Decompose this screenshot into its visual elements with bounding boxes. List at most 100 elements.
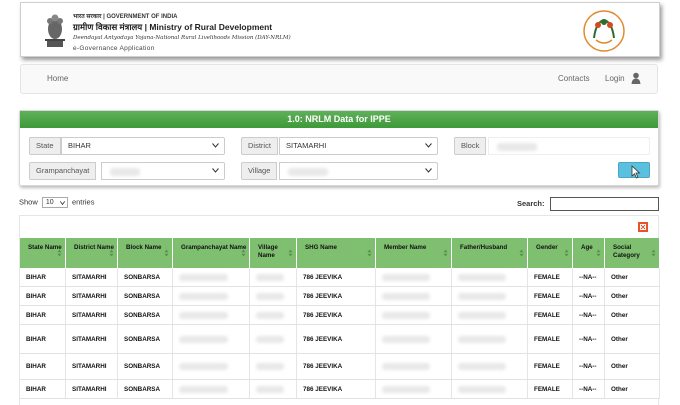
table-cell: SONBARSA — [118, 380, 173, 398]
sort-icon — [164, 249, 169, 257]
table-cell: --NA-- — [573, 380, 605, 398]
sort-icon — [288, 249, 293, 257]
blurred-value — [256, 335, 284, 343]
table-cell: --NA-- — [573, 287, 605, 305]
table-cell-blurred — [173, 380, 250, 398]
table-cell-blurred — [376, 325, 452, 353]
table-cell: --NA-- — [573, 354, 605, 379]
user-icon[interactable] — [631, 72, 641, 84]
table-cell: SONBARSA — [118, 354, 173, 379]
table-cell: SONBARSA — [118, 325, 173, 353]
nav-contacts-link[interactable]: Contacts — [558, 74, 590, 83]
chevron-down-icon — [425, 143, 432, 148]
column-header[interactable]: Gender — [528, 238, 573, 268]
table-cell-blurred — [376, 380, 452, 398]
blurred-value — [382, 385, 431, 393]
column-header[interactable]: State Name — [20, 238, 66, 268]
grampanchayat-label: Grampanchayat — [29, 162, 97, 180]
column-header[interactable]: Father/Husband — [452, 238, 528, 268]
table-cell: SITAMARHI — [66, 354, 118, 379]
column-header[interactable]: District Name — [66, 238, 118, 268]
show-text: Show — [19, 197, 38, 207]
table-cell: BIHAR — [20, 268, 66, 286]
table-cell-blurred — [376, 354, 452, 379]
blurred-value — [256, 273, 284, 281]
table-cell-blurred — [173, 325, 250, 353]
mouse-pointer-icon — [631, 165, 641, 179]
table-row: BIHAR SITAMARHI SONBARSA 786 JEEVIKA FEMALE -… — [20, 287, 660, 306]
gov-of-india-text: भारत सरकार | GOVERNMENT OF INDIA — [73, 14, 178, 20]
entries-text: entries — [71, 197, 95, 207]
search-label: Search: — [517, 199, 545, 208]
table-cell: 786 JEEVIKA — [297, 287, 376, 305]
column-header[interactable]: Social Category — [605, 238, 660, 268]
table-cell: 786 JEEVIKA — [297, 354, 376, 379]
blurred-value — [458, 311, 507, 319]
table-cell-blurred — [376, 306, 452, 324]
table-row: BIHAR SITAMARHI SONBARSA 786 JEEVIKA FEMALE -… — [20, 268, 660, 287]
sort-icon — [367, 249, 372, 257]
block-select[interactable] — [488, 137, 650, 155]
page-length-value: 10 — [45, 199, 54, 206]
table-cell: 786 JEEVIKA — [297, 325, 376, 353]
page-length-control: Show 10 entries — [19, 197, 94, 208]
table-cell: BIHAR — [20, 380, 66, 398]
village-label: Village — [241, 162, 278, 180]
column-header[interactable]: Village Name — [250, 238, 297, 268]
column-header[interactable]: Block Name — [118, 238, 173, 268]
sort-icon — [596, 249, 601, 257]
column-header[interactable]: Age — [573, 238, 605, 268]
chevron-down-icon — [212, 143, 219, 148]
blurred-value — [179, 385, 228, 393]
state-select[interactable]: BIHAR — [61, 137, 225, 155]
grampanchayat-select[interactable] — [101, 162, 225, 180]
village-select-blurred — [288, 168, 328, 176]
blurred-value — [256, 292, 284, 300]
nav-home-link[interactable]: Home — [47, 74, 68, 83]
table-cell: Other — [605, 268, 660, 286]
sort-icon — [241, 249, 246, 257]
blurred-value — [458, 363, 507, 370]
block-select-blurred — [497, 143, 537, 151]
table-cell: Other — [605, 306, 660, 324]
mission-text: Deendayal Antyodaya Yojana-National Rura… — [73, 35, 291, 41]
table-cell-blurred — [376, 268, 452, 286]
blurred-value — [382, 311, 431, 319]
table-cell: --NA-- — [573, 268, 605, 286]
blurred-value — [179, 363, 228, 370]
nav-login-link[interactable]: Login — [605, 74, 625, 83]
chevron-down-icon — [59, 201, 65, 205]
column-header[interactable]: Grampanchayat Name — [173, 238, 250, 268]
table-cell-blurred — [250, 380, 297, 398]
sort-icon — [564, 249, 569, 257]
table-cell-blurred — [173, 287, 250, 305]
table-cell: FEMALE — [528, 354, 573, 379]
table-cell: BIHAR — [20, 306, 66, 324]
blurred-value — [458, 292, 507, 300]
header-banner: भारत सरकार | GOVERNMENT OF INDIA ग्रामीण… — [20, 2, 660, 57]
table-cell: BIHAR — [20, 287, 66, 305]
excel-export-icon[interactable] — [637, 221, 649, 233]
table-cell: SONBARSA — [118, 306, 173, 324]
district-select[interactable]: SITAMARHI — [279, 137, 438, 155]
blurred-value — [458, 385, 507, 393]
block-label: Block — [454, 137, 487, 155]
blurred-value — [256, 311, 284, 319]
column-header[interactable]: SHG Name — [297, 238, 376, 268]
table-cell-blurred — [250, 306, 297, 324]
column-header[interactable]: Member Name — [376, 238, 452, 268]
search-input[interactable] — [550, 197, 659, 211]
page-length-select[interactable]: 10 — [41, 197, 68, 208]
table-cell: FEMALE — [528, 268, 573, 286]
blurred-value — [382, 335, 431, 343]
blurred-value — [382, 273, 431, 281]
submit-button[interactable] — [618, 162, 650, 179]
district-label: District — [241, 137, 278, 155]
table-header-row: State Name District Name Block Name Grampan… — [20, 238, 660, 268]
sort-icon — [519, 249, 524, 257]
table-row: BIHAR SITAMARHI SONBARSA 786 JEEVIKA FEMALE -… — [20, 325, 660, 354]
table-cell: SITAMARHI — [66, 380, 118, 398]
table-cell: FEMALE — [528, 325, 573, 353]
village-select[interactable] — [279, 162, 438, 180]
table-cell-blurred — [452, 287, 528, 305]
